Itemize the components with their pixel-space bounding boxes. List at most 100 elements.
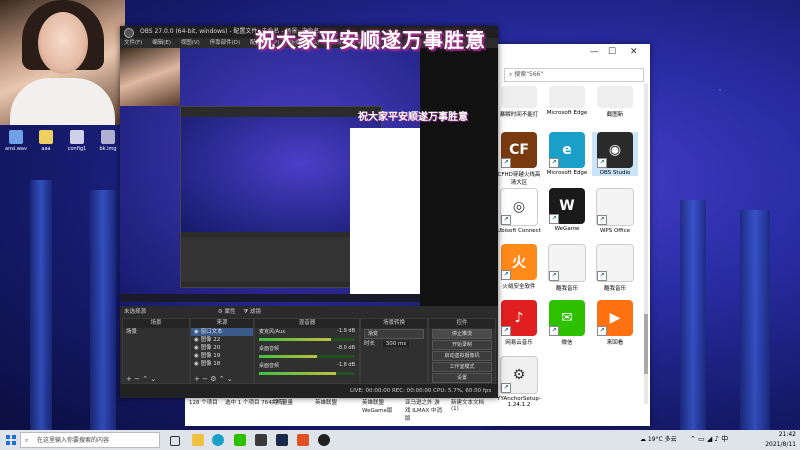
app-tile[interactable]: Microsoft Edge xyxy=(544,86,590,116)
app-tile[interactable]: ↗ 酷我音乐 xyxy=(544,244,590,292)
mixer-channel-db: -8.0 dB xyxy=(337,345,355,351)
menu-view[interactable]: 视图(V) xyxy=(181,40,200,46)
scene-item[interactable]: 场景 xyxy=(123,328,189,336)
start-recording-button[interactable]: 开始录制 xyxy=(432,340,492,350)
up-arrow-icon[interactable]: ⌃ xyxy=(219,375,225,383)
edge-taskbar-icon[interactable] xyxy=(212,434,224,446)
clock[interactable]: 21:42 2021/8/11 xyxy=(765,430,796,450)
app-tile[interactable]: ✉ ↗ 微信 xyxy=(544,300,590,346)
source-item[interactable]: ◉ 窗口文本 xyxy=(191,328,253,336)
app-tile[interactable]: ↗ WPS Office xyxy=(592,188,638,234)
app-tile[interactable]: ◉ ↗ OBS Studio xyxy=(592,132,638,176)
source-item[interactable]: ◉ 图像 20 xyxy=(191,344,253,352)
app-taskbar-icon[interactable] xyxy=(297,434,309,446)
app-tile[interactable]: 截图新 xyxy=(592,86,638,118)
gear-icon[interactable]: ⚙ xyxy=(218,309,223,315)
shortcut-arrow-icon: ↗ xyxy=(501,270,511,280)
app-tile-label: Ubisoft Connect xyxy=(497,228,541,234)
obs-preview[interactable] xyxy=(120,48,498,306)
edge-icon: e ↗ xyxy=(549,132,585,168)
close-button[interactable]: ✕ xyxy=(630,47,638,57)
up-arrow-icon[interactable]: ⌃ xyxy=(142,375,148,383)
file-label[interactable]: 夹机量量 xyxy=(271,398,305,406)
file-icon xyxy=(70,130,84,144)
minimize-button[interactable]: — xyxy=(590,47,599,57)
app-tile[interactable]: W ↗ WeGame xyxy=(544,188,590,232)
obs-source-toolbar: 未选择源 ⚙ 属性 ⧩ 滤镜 xyxy=(120,306,498,318)
file-label[interactable]: 英雄联盟 xyxy=(315,398,345,406)
windows-start-icon[interactable] xyxy=(6,435,16,445)
filter-icon[interactable]: ⧩ xyxy=(243,309,248,315)
settings-button[interactable]: 设置 xyxy=(432,373,492,383)
controls-dock: 控件 停止推流 开始录制 启动虚拟摄像机 工作室模式 设置 退出 xyxy=(428,318,496,394)
volume-meter[interactable] xyxy=(259,355,355,358)
tray-icons[interactable]: ⌃ ▭ ◢ ♪ 中 xyxy=(690,434,728,444)
remove-icon[interactable]: − xyxy=(202,375,208,383)
obs-taskbar-icon[interactable] xyxy=(318,434,330,446)
properties-button[interactable]: 属性 xyxy=(224,309,235,315)
app-tile[interactable]: ◎ ↗ Ubisoft Connect xyxy=(496,188,542,234)
shortcut-arrow-icon: ↗ xyxy=(501,326,511,336)
down-arrow-icon[interactable]: ⌄ xyxy=(150,375,156,383)
source-item[interactable]: ◉ 图像 22 xyxy=(191,336,253,344)
duration-input[interactable]: 300 ms xyxy=(382,341,410,347)
app-tile-label: 来回看 xyxy=(606,340,624,346)
item-count: 128 个项目 xyxy=(189,400,218,406)
add-icon[interactable]: + xyxy=(194,375,200,383)
volume-meter[interactable] xyxy=(259,338,355,341)
app-tile[interactable]: 暴瞬时间不能打 xyxy=(496,86,542,118)
virtual-camera-button[interactable]: 启动虚拟摄像机 xyxy=(432,351,492,361)
yy-setup-icon: ⚙ ↗ xyxy=(500,356,538,394)
down-arrow-icon[interactable]: ⌄ xyxy=(227,375,233,383)
desktop-icon[interactable]: config1 xyxy=(66,130,88,152)
volume-meter[interactable] xyxy=(259,372,355,375)
desktop-icon-label: aaa xyxy=(41,146,51,152)
file-icon xyxy=(549,86,585,108)
file-label[interactable]: 亚马逊之外 游戏 ILMAX 中消版 xyxy=(405,398,445,422)
huorong-icon: 火 ↗ xyxy=(501,244,537,280)
maximize-button[interactable]: ☐ xyxy=(608,47,616,57)
source-item[interactable]: ◉ 图像 19 xyxy=(191,352,253,360)
scrollbar-thumb[interactable] xyxy=(644,314,648,374)
wechat-taskbar-icon[interactable] xyxy=(234,434,246,446)
webcam-body xyxy=(10,78,115,125)
app-tile[interactable]: ▶ ↗ 来回看 xyxy=(592,300,638,346)
duration-row: 时长 300 ms xyxy=(361,340,427,348)
source-item[interactable]: ◉ 图像 18 xyxy=(191,360,253,368)
explorer-scrollbar[interactable] xyxy=(644,84,648,404)
desktop-icon[interactable]: ansi.wav xyxy=(5,130,27,152)
stop-streaming-button[interactable]: 停止推流 xyxy=(432,329,492,339)
studio-mode-button[interactable]: 工作室模式 xyxy=(432,362,492,372)
app-tile[interactable]: ⚙ ↗ YYAnchorSetup-1.24.1.2 xyxy=(496,356,542,408)
app-tile[interactable]: 火 ↗ 火绒安全软件 xyxy=(496,244,542,290)
app-tile[interactable]: e ↗ Microsoft Edge xyxy=(544,132,590,176)
taskbar-search-input[interactable]: ⌕ 在这里输入你要搜索的内容 xyxy=(20,432,160,448)
steam-taskbar-icon[interactable] xyxy=(276,434,288,446)
file-label[interactable]: 新建文本文档 (1) xyxy=(451,398,487,412)
explorer-search-input[interactable]: ⌕ 搜索"566" xyxy=(504,68,644,82)
transition-select[interactable]: 渐变 xyxy=(364,329,424,339)
pillar-left-2 xyxy=(90,190,116,430)
volume-meter-fill xyxy=(259,338,331,341)
filters-button[interactable]: 滤镜 xyxy=(250,309,261,315)
mixer-dock: 混音器 麦克风/Aux -1.9 dB 桌面音频 -8.0 dB 桌面音频 -1.8 dB xyxy=(254,318,360,384)
mixer-channel-name: 麦克风/Aux xyxy=(259,329,286,335)
app-tile-label: WPS Office xyxy=(599,228,631,234)
mixer-channel: 桌面音频 -8.0 dB xyxy=(255,345,359,362)
desktop-icon[interactable]: aaa xyxy=(35,130,57,152)
app-taskbar-icon[interactable] xyxy=(255,434,267,446)
desktop-icon[interactable]: bk.img xyxy=(97,130,119,152)
menu-file[interactable]: 文件(F) xyxy=(124,40,142,46)
gear-icon[interactable]: ⚙ xyxy=(210,375,216,383)
menu-edit[interactable]: 编辑(E) xyxy=(152,40,171,46)
remove-icon[interactable]: − xyxy=(134,375,140,383)
explorer-taskbar-icon[interactable] xyxy=(192,434,204,446)
app-tile[interactable]: CF ↗ CFHD穿越火线高清大区 xyxy=(496,132,542,186)
app-tile[interactable]: ♪ ↗ 网易云音乐 xyxy=(496,300,542,346)
file-label[interactable]: 英雄联盟WeGame版 xyxy=(362,398,396,414)
menu-docks[interactable]: 停靠部件(D) xyxy=(210,40,241,46)
add-icon[interactable]: + xyxy=(126,375,132,383)
task-view-icon[interactable] xyxy=(170,436,180,446)
weather-widget[interactable]: ☁ 19°C 多云 xyxy=(640,434,677,446)
app-tile[interactable]: ↗ 酷我音乐 xyxy=(592,244,638,292)
